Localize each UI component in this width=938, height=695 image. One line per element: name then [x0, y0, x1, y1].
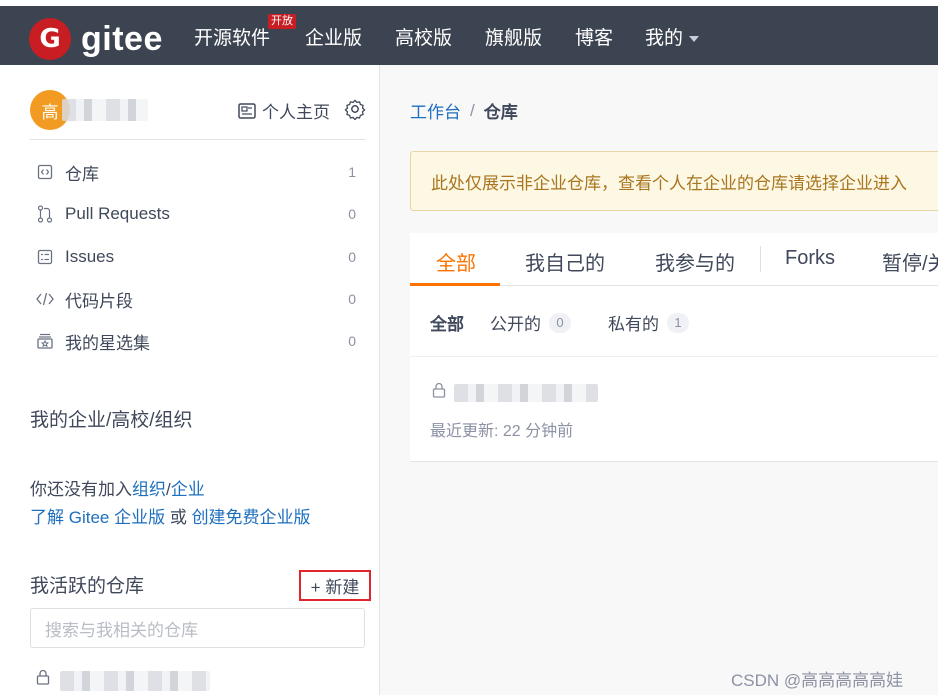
new-repo-button[interactable]: + 新建 — [299, 570, 371, 601]
personal-homepage-label: 个人主页 — [262, 103, 330, 122]
sidebar-item-snippets[interactable]: 代码片段 0 — [30, 287, 356, 311]
tab-all[interactable]: 全部 — [436, 247, 476, 276]
blurred-repo-name[interactable] — [60, 671, 210, 691]
filter-public[interactable]: 公开的 0 — [490, 310, 571, 335]
sidebar-item-label: 仓库 — [65, 164, 99, 184]
pull-request-icon — [35, 204, 55, 224]
code-icon — [35, 289, 55, 309]
filter-label: 公开的 — [490, 315, 541, 334]
main-content: 工作台 / 仓库 此处仅展示非企业仓库，查看个人在企业的仓库请选择企业进入 全部… — [380, 65, 938, 695]
breadcrumb-workbench[interactable]: 工作台 — [410, 98, 461, 123]
org-join-prefix: 你还没有加入 — [30, 480, 132, 499]
nav-flagship[interactable]: 旗舰版 — [485, 23, 542, 50]
nav-mine-dropdown[interactable]: 我的 — [645, 23, 700, 50]
filter-count-badge: 1 — [667, 312, 689, 333]
gitee-logo-icon: G — [29, 18, 71, 60]
blurred-username — [62, 99, 148, 121]
tab-paused[interactable]: 暂停/关 — [882, 247, 938, 276]
breadcrumb-separator: / — [470, 100, 475, 120]
tab-participated[interactable]: 我参与的 — [655, 247, 735, 276]
open-badge: 开放 — [268, 14, 296, 29]
collection-icon — [35, 331, 55, 351]
gear-icon[interactable] — [344, 98, 366, 120]
sidebar-item-pull-requests[interactable]: Pull Requests 0 — [30, 202, 356, 226]
nav-education[interactable]: 高校版 — [395, 23, 452, 50]
sidebar: 高 个人主页 仓库 1 Pull Requests 0 Issues 0 代码片… — [0, 65, 380, 695]
filter-all[interactable]: 全部 — [430, 310, 464, 335]
divider — [30, 139, 366, 140]
sidebar-item-repos[interactable]: 仓库 1 — [30, 160, 356, 184]
repo-search-input[interactable]: 搜索与我相关的仓库 — [30, 608, 365, 648]
issues-icon — [35, 247, 55, 267]
filter-private[interactable]: 私有的 1 — [608, 310, 689, 335]
tab-forks[interactable]: Forks — [785, 247, 835, 270]
notice-banner: 此处仅展示非企业仓库，查看个人在企业的仓库请选择企业进入 — [410, 151, 938, 211]
or-text: 或 — [169, 508, 187, 527]
sidebar-item-count: 0 — [348, 249, 356, 265]
active-repos-title: 我活跃的仓库 — [30, 576, 145, 597]
filter-count-badge: 0 — [549, 312, 571, 333]
personal-homepage-link[interactable]: 个人主页 — [238, 98, 330, 123]
filter-label: 私有的 — [608, 315, 659, 334]
nav-open-source[interactable]: 开源软件 — [194, 23, 270, 50]
sidebar-item-label: 我的星选集 — [65, 333, 150, 353]
filter-label: 全部 — [430, 315, 464, 334]
learn-enterprise-link[interactable]: 了解 Gitee 企业版 — [30, 508, 165, 527]
gitee-logo[interactable]: G gitee — [29, 18, 163, 60]
watermark: CSDN @高高高高高娃 — [731, 671, 904, 690]
nav-enterprise[interactable]: 企业版 — [305, 23, 362, 50]
lock-icon — [432, 382, 446, 398]
nav-mine-label: 我的 — [645, 28, 684, 49]
breadcrumb-current: 仓库 — [483, 103, 518, 122]
enterprise-promo-text: 了解 Gitee 企业版 或 创建免费企业版 — [30, 503, 311, 528]
repo-tabs: 全部 我自己的 我参与的 Forks 暂停/关 — [410, 233, 938, 286]
gitee-logo-text: gitee — [81, 20, 163, 58]
top-navbar: G gitee 开源软件 开放 企业版 高校版 旗舰版 博客 我的 — [0, 0, 938, 65]
repo-list-panel: 全部 公开的 0 私有的 1 最近更新: 22 分钟前 — [410, 286, 938, 462]
org-section-title: 我的企业/高校/组织 — [30, 410, 193, 431]
sidebar-item-count: 0 — [348, 206, 356, 222]
breadcrumb: 工作台 / 仓库 — [410, 98, 518, 123]
org-link[interactable]: 组织 — [132, 480, 166, 499]
repo-icon — [35, 162, 55, 182]
sidebar-item-issues[interactable]: Issues 0 — [30, 245, 356, 269]
sidebar-item-label: Pull Requests — [65, 204, 170, 223]
profile-card-icon — [238, 102, 256, 119]
org-join-text: 你还没有加入组织/企业 — [30, 475, 205, 500]
create-enterprise-link[interactable]: 创建免费企业版 — [192, 508, 311, 527]
chevron-down-icon — [689, 35, 700, 42]
sidebar-item-count: 0 — [348, 333, 356, 349]
sidebar-item-label: Issues — [65, 247, 115, 266]
nav-blog[interactable]: 博客 — [575, 23, 613, 50]
tab-divider — [760, 246, 761, 272]
divider — [410, 356, 938, 357]
sidebar-item-count: 1 — [348, 164, 356, 180]
enterprise-link[interactable]: 企业 — [171, 480, 205, 499]
tab-mine[interactable]: 我自己的 — [525, 247, 605, 276]
sidebar-item-label: 代码片段 — [65, 291, 133, 311]
sidebar-item-count: 0 — [348, 291, 356, 307]
repo-updated-time: 最近更新: 22 分钟前 — [430, 423, 574, 440]
sidebar-item-collections[interactable]: 我的星选集 0 — [30, 329, 356, 353]
lock-icon — [36, 669, 50, 685]
blurred-repo-name[interactable] — [454, 384, 598, 402]
